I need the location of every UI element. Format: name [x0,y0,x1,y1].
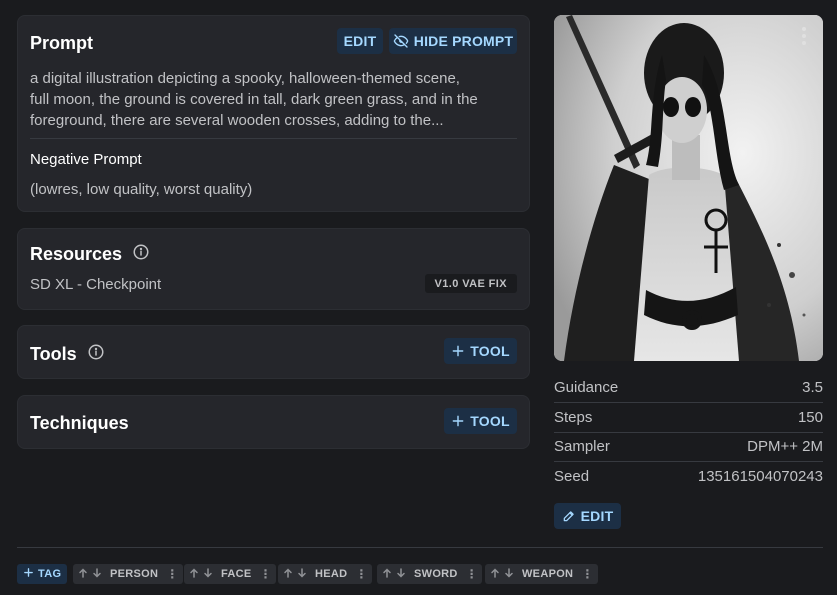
hide-prompt-button[interactable]: HIDE PROMPT [389,28,517,54]
arrow-down-icon[interactable] [503,567,515,582]
techniques-title: Techniques [30,413,129,433]
prompt-text-line: a digital illustration depicting a spook… [30,70,460,87]
negative-prompt-title: Negative Prompt [30,151,142,168]
tag-menu-icon[interactable]: ⋮ [355,567,367,581]
hide-prompt-label: HIDE PROMPT [413,33,514,49]
tag-menu-icon[interactable]: ⋮ [581,567,593,581]
param-label: Guidance [554,379,619,396]
generated-image-art [554,15,823,361]
resource-item-name[interactable]: SD XL - Checkpoint [30,274,161,295]
pencil-icon [562,509,576,523]
resources-header: Resources [30,243,150,266]
prompt-divider [30,138,517,139]
arrow-up-icon[interactable] [489,567,501,582]
add-tag-button[interactable]: TAG [17,564,68,584]
resources-title: Resources [30,244,123,264]
tags-divider [17,547,823,548]
param-row-sampler: Sampler DPM++ 2M [554,432,823,461]
negative-prompt-text: (lowres, low quality, worst quality) [30,181,253,198]
edit-params-label: EDIT [580,508,614,524]
tag-menu-icon[interactable]: ⋮ [166,567,178,581]
prompt-text: a digital illustration depicting a spook… [30,68,520,131]
tools-title: Tools [30,344,77,364]
image-menu-button[interactable] [797,27,811,47]
param-value: 135161504070243 [697,468,823,485]
param-value: 3.5 [802,379,823,396]
tag-menu-icon[interactable]: ⋮ [466,567,478,581]
vertical-dots-icon [802,27,806,45]
arrow-up-icon[interactable] [381,567,393,582]
param-row-seed: Seed 135161504070243 [554,462,823,491]
param-label: Steps [554,409,593,426]
param-value: DPM++ 2M [747,438,823,455]
prompt-text-line: foreground, there are several wooden cro… [30,112,444,129]
edit-params-button[interactable]: EDIT [554,503,621,529]
add-technique-label: TOOL [470,413,510,429]
add-tag-label: TAG [38,568,62,580]
tag-label: FACE [221,568,252,580]
add-tool-button[interactable]: TOOL [444,338,517,364]
tag-menu-icon[interactable]: ⋮ [260,567,272,581]
arrow-down-icon[interactable] [395,567,407,582]
tools-header: Tools [30,343,105,366]
param-label: Sampler [554,438,610,455]
tag-label: HEAD [315,568,348,580]
tools-card: Tools TOOL [17,325,530,379]
param-label: Seed [554,468,590,485]
tag-sword[interactable]: SWORD ⋮ [377,564,482,584]
tag-weapon[interactable]: WEAPON ⋮ [485,564,598,584]
param-value: 150 [797,409,823,426]
add-technique-button[interactable]: TOOL [444,408,517,434]
tag-head[interactable]: HEAD ⋮ [278,564,372,584]
prompt-text-line: full moon, the ground is covered in tall… [30,91,478,108]
resources-card: Resources SD XL - Checkpoint V1.0 VAE FI… [17,228,530,310]
edit-prompt-button[interactable]: EDIT [337,28,383,54]
param-row-steps: Steps 150 [554,403,823,432]
resource-version-badge: V1.0 VAE FIX [424,274,517,293]
plus-icon [451,344,465,358]
tag-label: WEAPON [522,568,574,580]
arrow-up-icon[interactable] [188,567,200,582]
edit-prompt-label: EDIT [343,33,377,49]
arrow-down-icon[interactable] [296,567,308,582]
arrow-down-icon[interactable] [91,567,103,582]
add-tool-label: TOOL [470,343,510,359]
techniques-card: Techniques TOOL [17,395,530,449]
arrow-up-icon[interactable] [77,567,89,582]
arrow-down-icon[interactable] [202,567,214,582]
tag-label: PERSON [110,568,159,580]
prompt-title: Prompt [30,33,93,53]
prompt-card: Prompt EDIT HIDE PROMPT a digital illust… [17,15,530,212]
tag-label: SWORD [414,568,458,580]
info-circle-icon[interactable] [87,343,105,366]
arrow-up-icon[interactable] [282,567,294,582]
plus-icon [451,414,465,428]
eye-off-icon [393,33,409,49]
tag-face[interactable]: FACE ⋮ [184,564,276,584]
tag-person[interactable]: PERSON ⋮ [73,564,183,584]
generated-image[interactable] [554,15,823,361]
plus-icon [23,567,34,581]
info-circle-icon[interactable] [132,243,150,266]
param-row-guidance: Guidance 3.5 [554,373,823,402]
